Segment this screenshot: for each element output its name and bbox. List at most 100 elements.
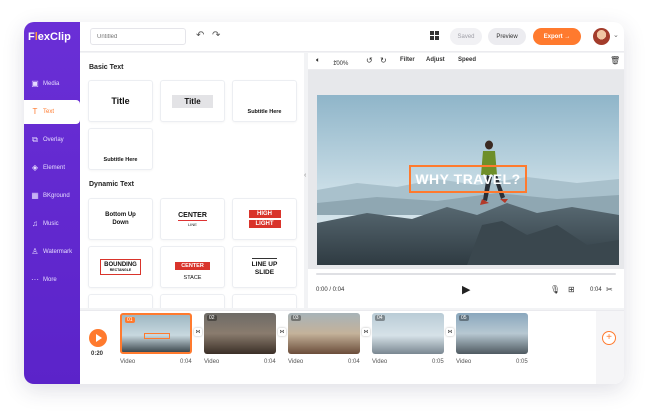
clip-duration-label: 0:04 [264, 359, 276, 365]
sidebar-item-label: More [43, 277, 57, 283]
trash-icon[interactable]: 🗑︎ [610, 56, 620, 65]
template-label: BOUNDING RECTANGLE [100, 259, 141, 275]
template-subtitle-1[interactable]: Subtitle Here [232, 80, 297, 122]
export-button[interactable]: Export → [533, 28, 581, 45]
template-line-1: CENTER [175, 261, 210, 270]
zoom-select[interactable]: 100% ⌄ [333, 57, 348, 67]
media-icon: ▣ [31, 79, 39, 88]
redo-icon[interactable]: ↷ [212, 30, 220, 41]
app-logo[interactable]: FlexClip [28, 31, 71, 43]
template-bounding-rectangle[interactable]: BOUNDING RECTANGLE [88, 246, 153, 288]
sidebar-item-label: Overlay [43, 137, 64, 143]
sidebar-item-music[interactable]: ♫ Music [24, 212, 80, 236]
basic-text-heading: Basic Text [89, 64, 124, 71]
saved-button[interactable]: Saved [450, 28, 482, 45]
timeline-play-button[interactable] [89, 329, 107, 347]
timeline: 0:20 01 Video 0:04 ⋈ 02 Video 0:04 ⋈ 03 … [80, 310, 624, 384]
volume-icon[interactable]: 🔈︎ [316, 57, 320, 65]
grid-icon[interactable] [430, 31, 439, 40]
clip-number: 01 [125, 317, 135, 323]
sidebar-item-label: Text [43, 109, 55, 115]
overlay-text-box[interactable]: WHY TRAVEL? [409, 165, 527, 193]
template-center-line[interactable]: CENTER LINE [160, 198, 225, 240]
clip-type-label: Video [288, 359, 304, 365]
clip-number: 02 [207, 315, 217, 321]
template-partial-3[interactable] [232, 294, 297, 308]
template-bottom-up-down[interactable]: Bottom Up Down [88, 198, 153, 240]
template-line-2: SLIDE [254, 268, 275, 276]
clip-number: 03 [291, 315, 301, 321]
template-title-boxed[interactable]: Title [160, 80, 225, 122]
playback-controls: 0:00 / 0:04 ▶ 🎙︎ ⊞ 0:04 ✂ [308, 269, 624, 308]
timeline-total-time: 0:20 [91, 351, 104, 357]
progress-track[interactable] [316, 273, 616, 275]
watermark-icon: ♙ [31, 247, 39, 256]
project-title-input[interactable] [90, 28, 186, 45]
collapse-panel-icon[interactable]: ‹ [304, 172, 306, 179]
logo-rest: Clip [50, 31, 71, 43]
video-canvas[interactable]: WHY TRAVEL? [317, 95, 619, 265]
template-line-up-slide[interactable]: LINE UP SLIDE [232, 246, 297, 288]
template-label: CENTER LINE [178, 212, 207, 227]
template-partial-1[interactable] [88, 294, 153, 308]
logo-letter-f: F [28, 31, 35, 43]
template-line-1: LINE UP [251, 260, 278, 268]
template-label: LINE UP SLIDE [251, 257, 278, 277]
sidebar-item-label: Watermark [43, 249, 73, 255]
clip-title-marker [144, 333, 170, 339]
dynamic-text-heading: Dynamic Text [89, 181, 134, 188]
clip-type-label: Video [372, 359, 388, 365]
timeline-clip[interactable]: 04 [372, 313, 444, 354]
timeline-clip[interactable]: 03 [288, 313, 360, 354]
sidebar-item-text[interactable]: T Text [24, 100, 80, 124]
clip-type-label: Video [204, 359, 220, 365]
timeline-clip[interactable]: 01 [120, 313, 192, 354]
sidebar-item-element[interactable]: ◈ Element [24, 156, 80, 180]
template-center-stace[interactable]: CENTER STACE [160, 246, 225, 288]
more-icon: ··· [31, 275, 39, 284]
top-bar: ↶ ↷ Saved Preview Export → ⌄ [80, 22, 624, 52]
clip-duration-label: 0:05 [516, 359, 528, 365]
template-subtitle-2[interactable]: Subtitle Here [88, 128, 153, 170]
timeline-clip[interactable]: 05 [456, 313, 528, 354]
play-icon[interactable]: ▶ [462, 283, 470, 296]
template-subtitle-label: Subtitle Here [103, 157, 138, 163]
transition-icon[interactable]: ⋈ [446, 328, 454, 336]
rotate-left-icon[interactable]: ↺ [366, 56, 373, 65]
avatar[interactable] [593, 28, 610, 45]
template-line-2: Down [112, 220, 129, 226]
sidebar-item-watermark[interactable]: ♙ Watermark [24, 240, 80, 264]
text-icon: T [32, 107, 38, 116]
split-icon[interactable]: ⊞ [568, 285, 575, 294]
rotate-right-icon[interactable]: ↻ [380, 56, 387, 65]
overlay-icon: ⧉ [32, 135, 38, 144]
music-icon: ♫ [32, 219, 38, 228]
element-icon: ◈ [31, 163, 39, 172]
transition-icon[interactable]: ⋈ [194, 328, 202, 336]
text-template-panel: Basic Text Title Title Subtitle Here Sub… [80, 53, 304, 308]
sidebar-item-overlay[interactable]: ⧉ Overlay [24, 128, 80, 152]
clip-number: 04 [375, 315, 385, 321]
template-high-light[interactable]: HIGH LIGHT [232, 198, 297, 240]
filter-button[interactable]: Filter [400, 57, 415, 63]
scissors-icon[interactable]: ✂ [606, 285, 613, 294]
template-line-1: HIGH [248, 210, 281, 218]
microphone-icon[interactable]: 🎙︎ [550, 285, 560, 294]
template-subtitle-label: Subtitle Here [247, 109, 282, 115]
sidebar-item-more[interactable]: ··· More [24, 268, 80, 292]
sidebar-item-bkground[interactable]: ▦ BKground [24, 184, 80, 208]
template-label: HIGH LIGHT [248, 208, 281, 230]
timeline-clip[interactable]: 02 [204, 313, 276, 354]
preview-button[interactable]: Preview [488, 28, 526, 45]
sidebar-item-media[interactable]: ▣ Media [24, 72, 80, 96]
transition-icon[interactable]: ⋈ [362, 328, 370, 336]
transition-icon[interactable]: ⋈ [278, 328, 286, 336]
add-clip-button[interactable]: + [602, 331, 616, 345]
chevron-down-icon[interactable]: ⌄ [613, 31, 619, 39]
template-title-plain[interactable]: Title [88, 80, 153, 122]
clip-duration-label: 0:05 [432, 359, 444, 365]
adjust-button[interactable]: Adjust [426, 57, 445, 63]
undo-icon[interactable]: ↶ [196, 30, 204, 41]
speed-button[interactable]: Speed [458, 57, 476, 63]
template-partial-2[interactable] [160, 294, 225, 308]
